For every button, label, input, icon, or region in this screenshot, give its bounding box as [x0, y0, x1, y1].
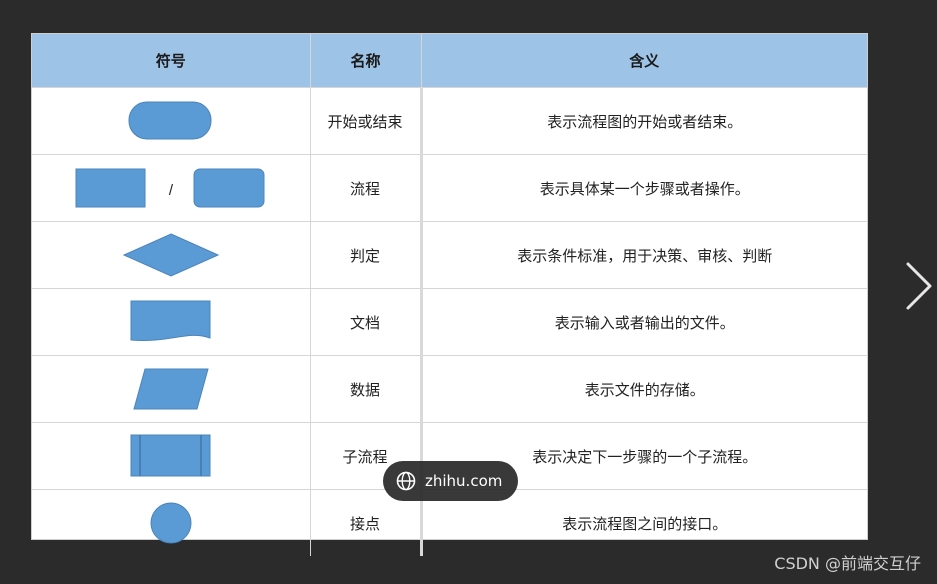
meaning-cell: 表示条件标准，用于决策、审核、判断	[421, 221, 867, 289]
header-meaning: 含义	[421, 34, 867, 88]
name-cell: 开始或结束	[310, 87, 423, 155]
table-header-row: 符号 名称 含义	[32, 34, 867, 88]
meaning-cell: 表示流程图的开始或者结束。	[421, 87, 867, 155]
terminator-shape	[128, 101, 212, 140]
name-cell: 文档	[310, 288, 423, 356]
meaning-cell: 表示输入或者输出的文件。	[421, 288, 867, 356]
symbol-cell	[32, 489, 311, 556]
subprocess-shape	[130, 434, 211, 477]
name-cell: 流程	[310, 154, 423, 222]
meaning-cell: 表示具体某一个步骤或者操作。	[421, 154, 867, 222]
globe-icon	[396, 471, 416, 491]
author-credit: CSDN @前端交互仔	[774, 554, 921, 573]
symbol-cell: /	[32, 154, 311, 222]
process-shape: /	[75, 168, 265, 208]
table-row: 开始或结束 表示流程图的开始或者结束。	[32, 87, 867, 155]
table-row: / 流程 表示具体某一个步骤或者操作。	[32, 154, 867, 222]
document-shape	[130, 300, 211, 341]
zhihu-watermark: zhihu.com	[383, 461, 518, 501]
symbol-cell	[32, 422, 311, 490]
name-cell: 判定	[310, 221, 423, 289]
table-row: 判定 表示条件标准，用于决策、审核、判断	[32, 221, 867, 289]
symbol-cell	[32, 288, 311, 356]
watermark-text: zhihu.com	[425, 472, 503, 490]
chevron-right-icon	[906, 262, 932, 310]
name-cell: 数据	[310, 355, 423, 423]
decision-shape	[122, 233, 219, 277]
table-row: 文档 表示输入或者输出的文件。	[32, 288, 867, 356]
symbol-cell	[32, 355, 311, 423]
meaning-cell: 表示文件的存储。	[421, 355, 867, 423]
process-separator: /	[169, 182, 174, 199]
header-symbol: 符号	[32, 34, 311, 88]
connector-shape	[150, 502, 192, 544]
table-row: 数据 表示文件的存储。	[32, 355, 867, 423]
next-image-button[interactable]	[900, 256, 936, 316]
symbol-cell	[32, 221, 311, 289]
data-shape	[133, 368, 209, 410]
header-name: 名称	[310, 34, 422, 88]
symbol-cell	[32, 87, 311, 155]
